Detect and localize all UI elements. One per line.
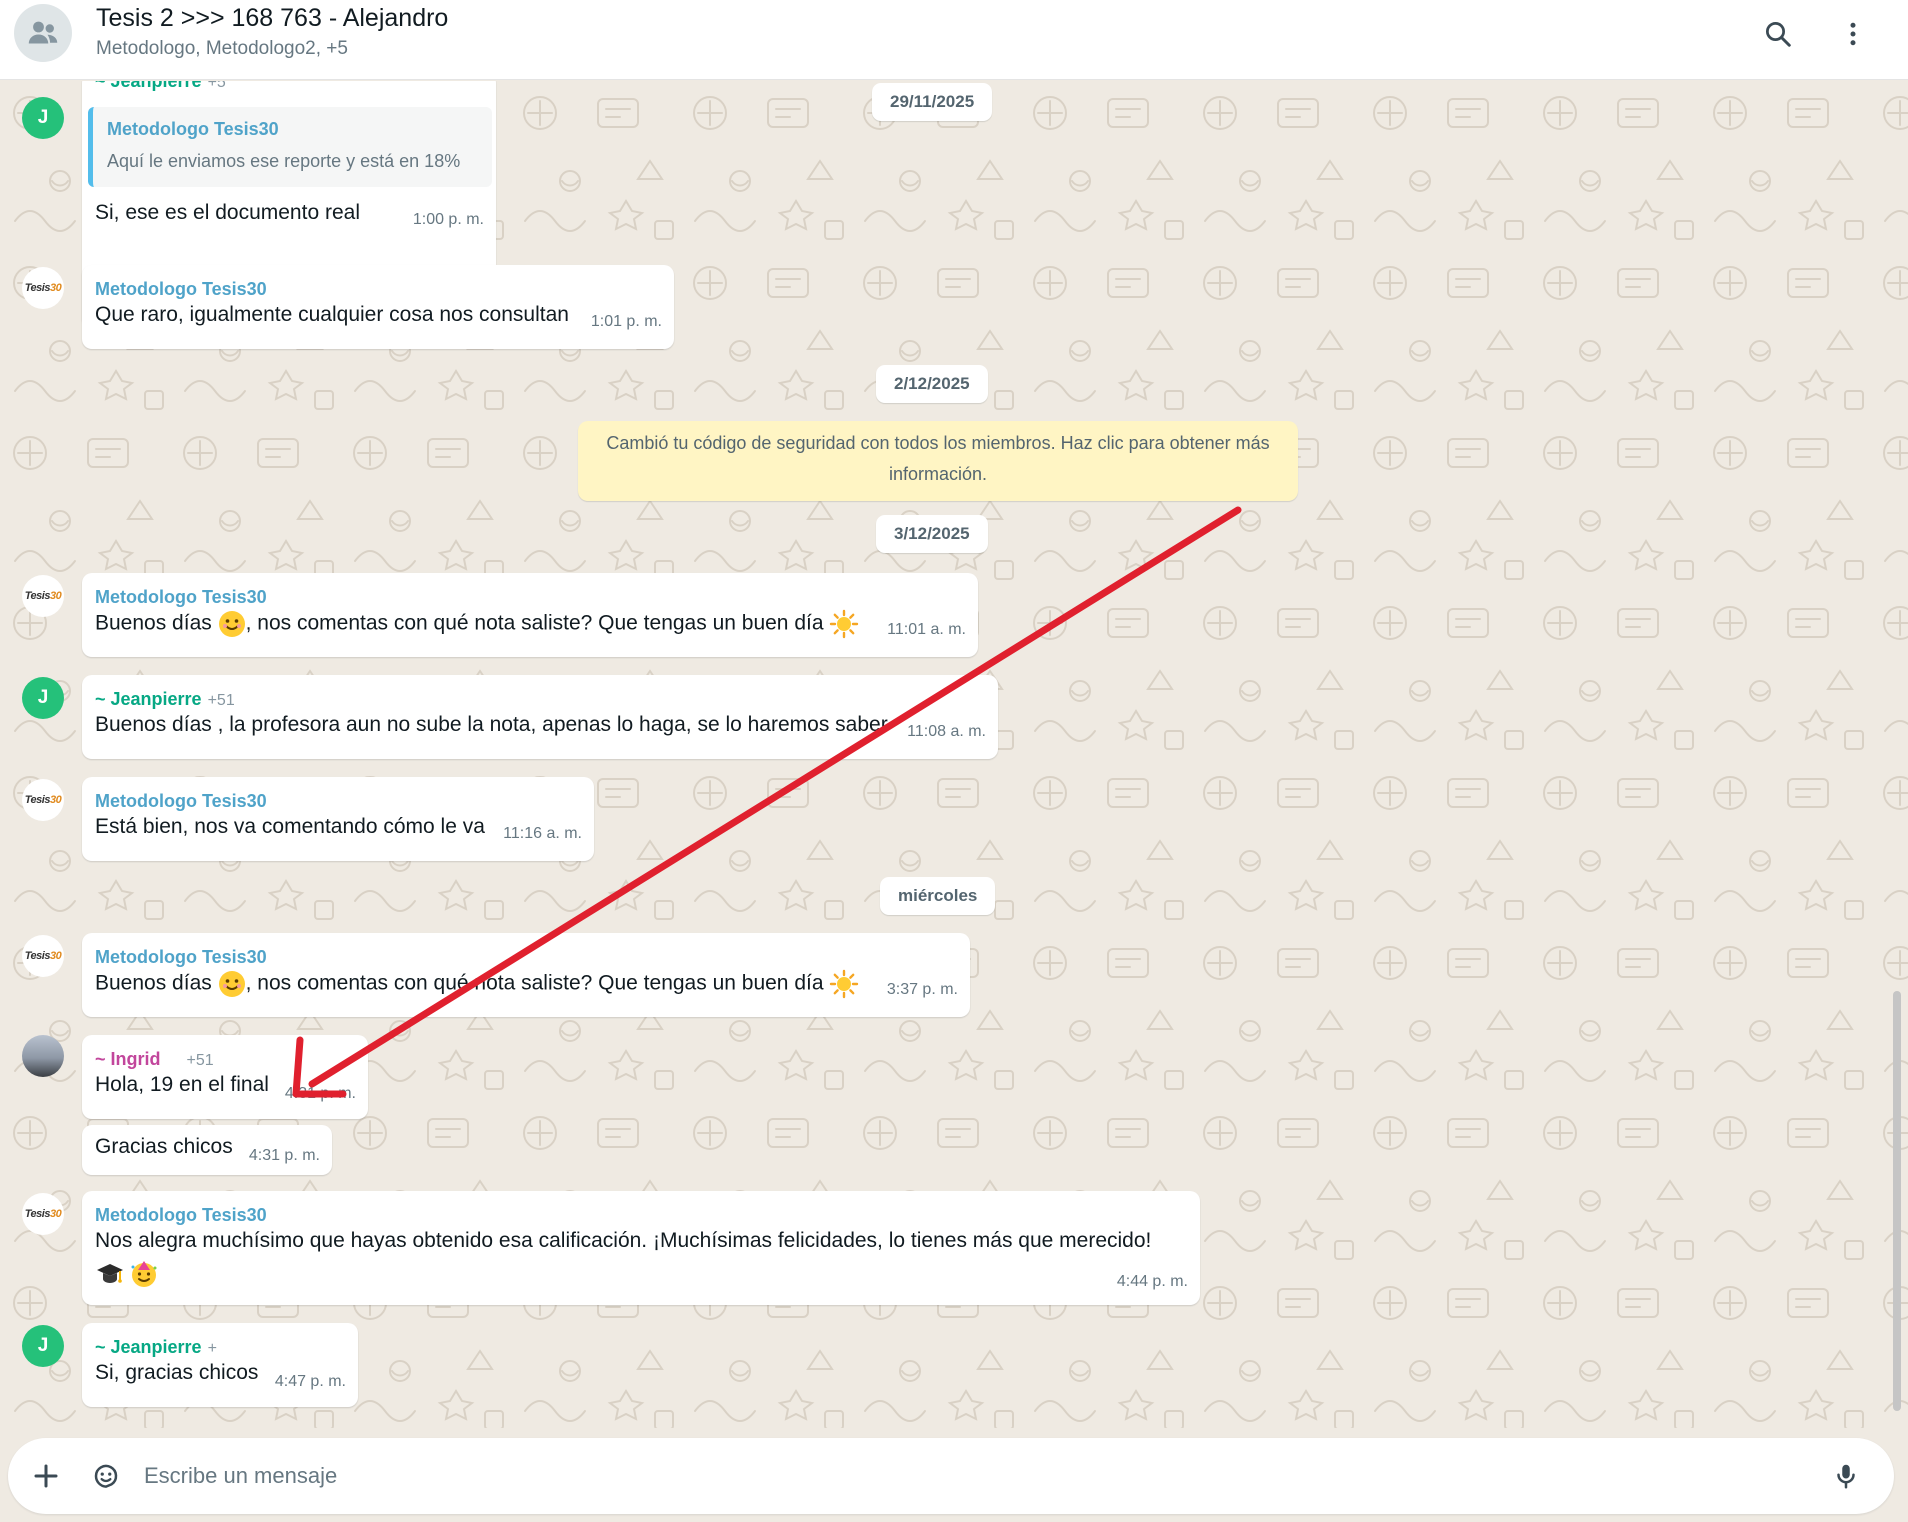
- message-bubble[interactable]: Metodologo Tesis30 Buenos días , nos com…: [82, 933, 970, 1017]
- date-separator: 3/12/2025: [876, 515, 988, 553]
- message-bubble[interactable]: ~ Jeanpierre +51 Buenos días , la profeso…: [82, 675, 998, 759]
- search-icon: [1766, 22, 1791, 47]
- message-bubble[interactable]: Metodologo Tesis30 Está bien, nos va com…: [82, 777, 594, 861]
- message-time: 4:31 p. m.: [248, 1147, 320, 1164]
- message-sender[interactable]: Metodologo Tesis30: [95, 587, 267, 608]
- message-time: 1:01 p. m.: [590, 313, 662, 330]
- message-text: Está bien, nos va comentando cómo le va: [95, 815, 485, 838]
- message-text: Hola, 19 en el final: [95, 1073, 269, 1096]
- sender-phone: +51: [186, 1052, 214, 1069]
- message-text: Nos alegra muchísimo que hayas obtenido …: [95, 1229, 1152, 1252]
- graduation-cap-emoji-icon: [97, 1264, 123, 1283]
- quoted-text: Aquí le enviamos ese reporte y está en 1…: [107, 151, 461, 171]
- party-face-emoji-icon: [131, 1261, 157, 1287]
- avatar[interactable]: J: [22, 1325, 64, 1367]
- message-list[interactable]: 29/11/2025 2/12/2025 3/12/2025 miércoles…: [0, 81, 1908, 1428]
- attach-button[interactable]: [26, 1456, 66, 1496]
- sun-emoji-icon: [830, 609, 859, 639]
- message-sender[interactable]: Metodologo Tesis30: [95, 947, 267, 968]
- smiling-face-emoji-icon: [218, 971, 245, 997]
- date-separator: 29/11/2025: [872, 83, 993, 121]
- quoted-message[interactable]: Metodologo Tesis30 Aquí le enviamos ese …: [88, 107, 492, 187]
- message-sender[interactable]: ~ Jeanpierre +: [95, 1337, 217, 1358]
- avatar[interactable]: J: [22, 97, 64, 139]
- message-text: Que raro, igualmente cualquier cosa nos …: [95, 303, 569, 326]
- sender-phone: +: [207, 1340, 217, 1357]
- smiling-face-emoji-icon: [218, 611, 245, 637]
- chat-scrollbar[interactable]: [1890, 81, 1904, 1428]
- message-time: 11:16 a. m.: [503, 825, 582, 842]
- message-text: Si, ese es el documento real: [95, 201, 360, 224]
- voice-message-button[interactable]: [1826, 1456, 1866, 1496]
- message-time: 3:37 p. m.: [886, 981, 958, 998]
- sender-phone: +51: [207, 692, 235, 709]
- message-time: 11:08 a. m.: [907, 723, 986, 740]
- avatar[interactable]: Tesis 30: [22, 779, 64, 821]
- chat-header[interactable]: Tesis 2 >>> 168 763 - Alejandro Metodolo…: [0, 0, 1908, 80]
- message-time: 4:31 p. m.: [284, 1085, 356, 1102]
- message-input[interactable]: [144, 1452, 1744, 1500]
- avatar[interactable]: Tesis 30: [22, 575, 64, 617]
- sticker-icon: [94, 1464, 118, 1488]
- message-time: 11:01 a. m.: [887, 621, 966, 638]
- message-composer[interactable]: [0, 1428, 1908, 1522]
- message-time: 1:00 p. m.: [412, 211, 484, 228]
- message-bubble[interactable]: ~ Jeanpierre + Si, gracias chicos 4:47 p.…: [82, 1323, 358, 1407]
- message-text: Si, gracias chicos: [95, 1361, 259, 1384]
- chat-participants[interactable]: Metodologo, Metodologo2, +5: [96, 38, 348, 60]
- message-bubble[interactable]: Gracias chicos 4:31 p. m.: [82, 1125, 332, 1175]
- message-sender[interactable]: Metodologo Tesis30: [95, 791, 267, 812]
- sun-emoji-icon: [830, 969, 859, 999]
- message-bubble[interactable]: Metodologo Tesis30 Buenos días , nos com…: [82, 573, 978, 657]
- avatar[interactable]: Tesis 30: [22, 935, 64, 977]
- message-text: Buenos días , nos comentas con qué nota …: [95, 609, 859, 639]
- search-button[interactable]: [1758, 14, 1798, 54]
- message-bubble[interactable]: Metodologo Tesis30 Nos alegra muchísimo …: [82, 1191, 1200, 1305]
- menu-dots-icon: [1850, 22, 1856, 46]
- avatar[interactable]: J: [22, 677, 64, 719]
- sticker-button[interactable]: [86, 1456, 126, 1496]
- avatar[interactable]: Tesis 30: [22, 267, 64, 309]
- chat-title[interactable]: Tesis 2 >>> 168 763 - Alejandro: [96, 4, 448, 33]
- composer-box[interactable]: [8, 1438, 1894, 1514]
- group-avatar[interactable]: [14, 4, 72, 62]
- message-emojis: [95, 1259, 159, 1289]
- message-text: Gracias chicos: [95, 1135, 233, 1158]
- microphone-icon: [1837, 1464, 1855, 1489]
- message-text: Buenos días , la profesora aun no sube l…: [95, 713, 888, 736]
- message-text: Buenos días , nos comentas con qué nota …: [95, 969, 859, 999]
- quoted-sender: Metodologo Tesis30: [107, 119, 279, 139]
- date-separator: miércoles: [880, 877, 996, 915]
- avatar[interactable]: Tesis 30: [22, 1193, 64, 1235]
- menu-button[interactable]: [1833, 14, 1873, 54]
- message-sender[interactable]: ~ Jeanpierre +51: [95, 689, 235, 710]
- message-sender[interactable]: ~ Ingrid +51: [95, 1049, 214, 1070]
- plus-icon: [34, 1464, 58, 1488]
- message-time: 4:44 p. m.: [1116, 1273, 1188, 1290]
- message-bubble[interactable]: ~ Ingrid +51 Hola, 19 en el final 4:31 p.…: [82, 1035, 368, 1119]
- message-bubble[interactable]: Metodologo Tesis30 Que raro, igualmente …: [82, 265, 674, 349]
- message-sender[interactable]: Metodologo Tesis30: [95, 279, 267, 300]
- security-code-notice[interactable]: Cambió tu código de seguridad con todos …: [578, 421, 1298, 501]
- message-sender[interactable]: ~ Jeanpierre +5: [95, 81, 226, 92]
- scrollbar-thumb[interactable]: [1893, 991, 1901, 1411]
- group-icon: [28, 21, 58, 44]
- avatar[interactable]: [22, 1035, 64, 1077]
- sender-phone: +5: [207, 81, 226, 91]
- message-sender[interactable]: Metodologo Tesis30: [95, 1205, 267, 1226]
- date-separator: 2/12/2025: [876, 365, 988, 403]
- message-time: 4:47 p. m.: [274, 1373, 346, 1390]
